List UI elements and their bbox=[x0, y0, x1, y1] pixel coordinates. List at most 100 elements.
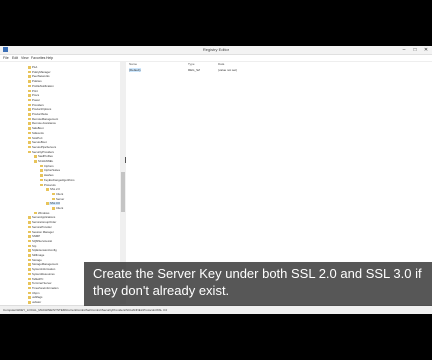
tree-item[interactable]: Ubpm bbox=[28, 291, 39, 295]
tree-item[interactable]: ProfileNotification bbox=[28, 84, 54, 88]
folder-icon bbox=[52, 197, 55, 201]
tree-item[interactable]: usbflags bbox=[28, 296, 42, 299]
folder-icon bbox=[28, 268, 31, 271]
tree-item-label: PLA bbox=[32, 65, 38, 69]
tree-item[interactable]: StorageManagement bbox=[28, 263, 58, 266]
maximize-button[interactable]: □ bbox=[410, 46, 420, 54]
tree-item[interactable]: Providers bbox=[28, 103, 44, 107]
folder-icon bbox=[28, 108, 31, 111]
folder-icon bbox=[28, 98, 31, 102]
title-bar: Registry Editor – □ ✕ bbox=[0, 46, 432, 55]
tree-item[interactable]: SNMP bbox=[28, 235, 40, 238]
folder-icon bbox=[28, 80, 31, 83]
tree-item-label: ProductSuite bbox=[32, 112, 49, 116]
tree-item[interactable]: SecurePipeServers bbox=[28, 145, 56, 149]
tree-item[interactable]: Session Manager bbox=[28, 230, 54, 234]
tree-item[interactable]: Windows bbox=[34, 210, 50, 215]
column-type[interactable]: Type bbox=[188, 62, 195, 67]
tree-item-label: Ciphers bbox=[44, 163, 54, 168]
tree-item-label: ServiceGroupOrder bbox=[32, 220, 57, 225]
folder-icon bbox=[34, 155, 37, 158]
folder-icon bbox=[28, 272, 31, 276]
tree-item[interactable]: Client bbox=[52, 207, 63, 210]
tree-item-label: ServerApplications bbox=[32, 215, 56, 220]
tree-item-label: SSL 2.0 bbox=[50, 187, 60, 192]
tree-item[interactable]: ProductSuite bbox=[28, 113, 48, 116]
tree-item-label: ScsiPort bbox=[32, 135, 43, 140]
tree-item-label: ScEvents bbox=[32, 130, 44, 135]
tree-item-label: Windows bbox=[38, 210, 50, 215]
tree-item[interactable]: usbstor bbox=[28, 301, 41, 304]
folder-icon bbox=[28, 244, 31, 248]
tree-item[interactable]: SQMServiceList bbox=[28, 239, 52, 243]
tree-item[interactable]: Hashes bbox=[40, 174, 53, 177]
tree-item-label: CipherSuites bbox=[44, 168, 61, 173]
tree-item[interactable]: SCHANNEL bbox=[34, 160, 53, 163]
column-data[interactable]: Data bbox=[218, 62, 224, 67]
value-row-name[interactable]: (Default) bbox=[129, 68, 141, 72]
tree-item-label: TabletPC bbox=[32, 276, 44, 281]
tree-item[interactable]: Power bbox=[28, 98, 40, 102]
tree-item[interactable]: Srp bbox=[28, 244, 36, 248]
folder-icon bbox=[28, 286, 31, 290]
tree-item[interactable]: Client bbox=[52, 192, 63, 196]
tree-item[interactable]: Protocols bbox=[40, 183, 56, 187]
tree-item[interactable]: SSL 2.0 bbox=[46, 188, 60, 191]
menu-edit[interactable]: Edit bbox=[12, 55, 18, 61]
tree-item[interactable]: KeyExchangeAlgorithms bbox=[40, 178, 74, 182]
tree-item[interactable]: SrpExtensionConfig bbox=[28, 249, 57, 252]
tree-item-label: PolicyManager bbox=[32, 69, 51, 74]
tree-item[interactable]: Policies bbox=[28, 80, 42, 83]
menu-favorites[interactable]: Favorites bbox=[31, 55, 45, 61]
tree-item[interactable]: ScEvents bbox=[28, 130, 44, 135]
folder-icon bbox=[28, 221, 31, 224]
folder-icon bbox=[28, 282, 31, 285]
tree-item[interactable]: SystemResources bbox=[28, 272, 55, 276]
tree-item[interactable]: Server bbox=[52, 197, 64, 201]
tree-item[interactable]: SSL 3.0 bbox=[46, 202, 60, 206]
folder-icon bbox=[28, 263, 31, 266]
tree-item-label: usbstor bbox=[32, 300, 42, 304]
tree-item[interactable]: Procs bbox=[28, 94, 39, 97]
tree-item[interactable]: SystemInformation bbox=[28, 268, 55, 271]
folder-icon bbox=[28, 136, 31, 140]
tree-item[interactable]: ProductOptions bbox=[28, 108, 51, 111]
tree-item[interactable]: Terminal Server bbox=[28, 282, 52, 285]
tree-item[interactable]: SaslProfiles bbox=[34, 155, 53, 158]
tree-item[interactable]: PLA bbox=[28, 66, 37, 69]
tree-item[interactable]: CipherSuites bbox=[40, 169, 60, 172]
tree-scrollbar-thumb[interactable] bbox=[121, 172, 125, 212]
tree-item-label: StorageManagement bbox=[32, 262, 59, 267]
tree-item[interactable]: ServiceProvider bbox=[28, 225, 52, 229]
tree-item[interactable]: TimeZoneInformation bbox=[28, 285, 59, 290]
folder-icon bbox=[28, 225, 31, 229]
status-bar: Computer\HKEY_LOCAL_MACHINE\SYSTEM\Curre… bbox=[0, 305, 432, 314]
tree-item[interactable]: ScsiPort bbox=[28, 135, 43, 140]
close-button[interactable]: ✕ bbox=[421, 46, 431, 54]
column-name[interactable]: Name bbox=[129, 62, 137, 67]
tree-item[interactable]: SecurityProviders bbox=[28, 150, 54, 154]
tree-item[interactable]: StillImage bbox=[28, 254, 44, 257]
tree-item[interactable]: PeerNetworks bbox=[28, 75, 50, 78]
tree-item-label: SrpExtensionConfig bbox=[32, 248, 57, 253]
tree-item-label: TimeZoneInformation bbox=[32, 285, 59, 290]
folder-icon bbox=[28, 216, 31, 219]
tree-item[interactable]: RemoteManagement bbox=[28, 117, 58, 121]
tree-item[interactable]: TabletPC bbox=[28, 276, 44, 281]
menu-help[interactable]: Help bbox=[46, 55, 53, 61]
tree-item[interactable]: Remote Assistance bbox=[28, 122, 56, 125]
tree-item[interactable]: Storage bbox=[28, 258, 42, 262]
tree-item[interactable]: Print bbox=[28, 89, 38, 93]
tree-item-label: Client bbox=[56, 206, 64, 210]
tree-item[interactable]: PolicyManager bbox=[28, 69, 51, 74]
folder-icon bbox=[28, 75, 31, 78]
menu-file[interactable]: File bbox=[3, 55, 9, 61]
folder-icon bbox=[28, 127, 31, 130]
tree-item[interactable]: Ciphers bbox=[40, 163, 54, 168]
tree-item[interactable]: ServiceGroupOrder bbox=[28, 221, 56, 224]
menu-view[interactable]: View bbox=[21, 55, 29, 61]
tree-item[interactable]: SafeBoot bbox=[28, 127, 44, 130]
minimize-button[interactable]: – bbox=[399, 46, 409, 54]
tree-item[interactable]: ServerApplications bbox=[28, 216, 55, 219]
tree-item[interactable]: SecureBoot bbox=[28, 141, 47, 144]
